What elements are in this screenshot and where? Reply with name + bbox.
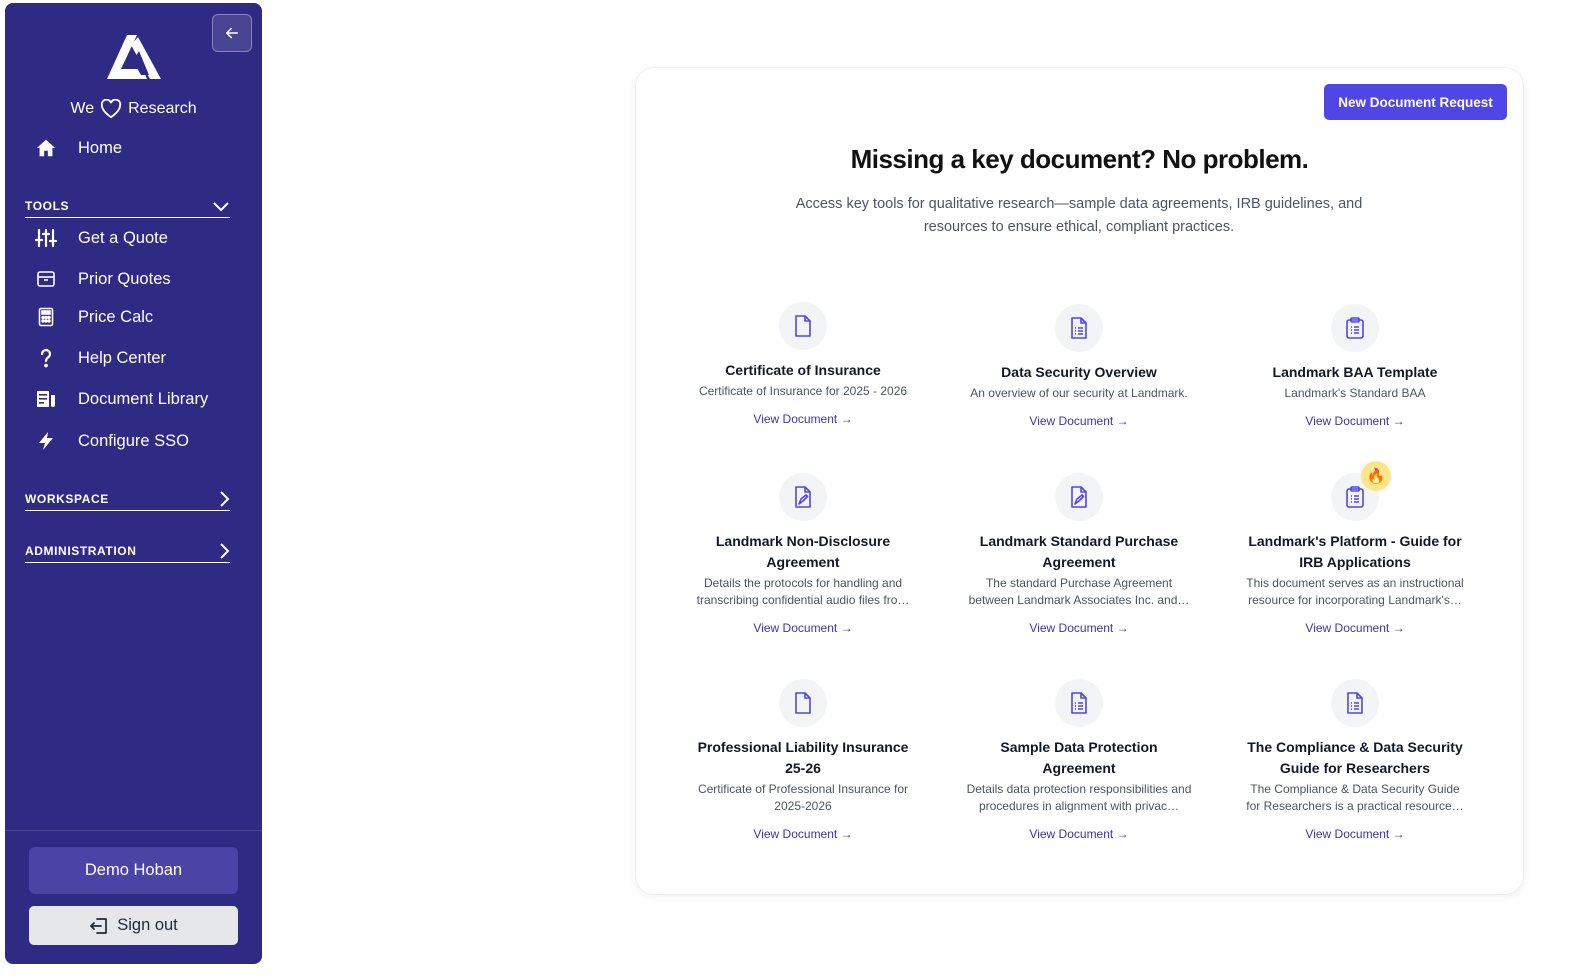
view-document-link[interactable]: View Document →: [753, 412, 852, 426]
document-title: Landmark Non-Disclosure Agreement: [715, 533, 891, 570]
new-document-request-button[interactable]: New Document Request: [1324, 84, 1507, 120]
document-card: Certificate of Insurance Certificate of …: [678, 302, 928, 428]
sidebar: We Research Home TOOLS Get a Quote Prior…: [5, 3, 262, 964]
view-document-link[interactable]: View Document →: [1305, 827, 1404, 841]
landmark-logo-icon: [107, 35, 161, 79]
sign-out-icon: [90, 917, 108, 934]
sidebar-item-label: Configure SSO: [78, 431, 189, 450]
section-title: WORKSPACE: [25, 491, 109, 506]
document-description: Certificate of Professional Insurance fo…: [697, 782, 909, 813]
sidebar-item-price-calc[interactable]: Price Calc: [31, 300, 153, 334]
tagline-left: We: [70, 100, 95, 117]
document-description: Details the protocols for handling and t…: [696, 576, 910, 607]
sliders-icon: [31, 226, 61, 250]
tagline: We Research: [5, 99, 262, 119]
sidebar-item-label: Document Library: [78, 389, 209, 408]
document-description: Landmark's Standard BAA: [1284, 386, 1426, 400]
view-document-link[interactable]: View Document →: [753, 827, 852, 841]
sign-out-label: Sign out: [117, 916, 178, 934]
section-title: TOOLS: [25, 198, 70, 213]
document-list-icon: [1055, 679, 1103, 727]
section-tools-toggle[interactable]: TOOLS: [25, 194, 230, 218]
document-description: This document serves as an instructional…: [1246, 576, 1464, 607]
view-document-link[interactable]: View Document →: [753, 621, 852, 635]
sidebar-item-get-a-quote[interactable]: Get a Quote: [31, 221, 168, 255]
tagline-right: Research: [128, 100, 197, 117]
view-document-link[interactable]: View Document →: [1029, 827, 1128, 841]
collapse-sidebar-button[interactable]: [212, 14, 252, 52]
chevron-down-icon: [213, 201, 229, 211]
section-workspace-toggle[interactable]: WORKSPACE: [25, 487, 230, 511]
document-description: The Compliance & Data Security Guide for…: [1246, 782, 1464, 813]
document-library-card: New Document Request Missing a key docum…: [636, 68, 1523, 894]
sidebar-item-label: Home: [78, 138, 123, 157]
section-administration-toggle[interactable]: ADMINISTRATION: [25, 539, 230, 563]
document-title: Landmark Standard Purchase Agreement: [979, 533, 1179, 570]
document-card: Data Security Overview An overview of ou…: [954, 304, 1204, 430]
document-card: The Compliance & Data Security Guide for…: [1230, 679, 1480, 843]
sidebar-item-label: Help Center: [78, 348, 167, 367]
sidebar-item-label: Price Calc: [78, 307, 154, 326]
calculator-icon: [31, 305, 61, 329]
document-card: Landmark Standard Purchase Agreement The…: [954, 473, 1204, 637]
sidebar-item-prior-quotes[interactable]: Prior Quotes: [31, 262, 171, 296]
document-icon: [779, 302, 827, 350]
clipboard-list-icon: 🔥: [1331, 461, 1391, 521]
document-title: Certificate of Insurance: [725, 362, 881, 378]
clipboard-list-icon: [1331, 304, 1379, 352]
document-list-icon: [1331, 679, 1379, 727]
sidebar-item-label: Get a Quote: [78, 228, 168, 247]
view-document-link[interactable]: View Document →: [1305, 414, 1404, 428]
document-signature-icon: [1055, 473, 1103, 521]
page-subtitle: Access key tools for qualitative researc…: [795, 196, 1363, 235]
view-document-link[interactable]: View Document →: [1305, 621, 1404, 635]
fire-badge-icon: 🔥: [1361, 461, 1391, 491]
bolt-icon: [31, 429, 61, 453]
document-title: Professional Liability Insurance 25-26: [697, 739, 909, 776]
sidebar-item-configure-sso[interactable]: Configure SSO: [31, 424, 189, 458]
section-title: ADMINISTRATION: [25, 543, 137, 558]
document-card: Landmark BAA Template Landmark's Standar…: [1230, 304, 1480, 430]
document-title: Landmark BAA Template: [1272, 364, 1438, 380]
document-card: Professional Liability Insurance 25-26 C…: [678, 679, 928, 843]
home-icon: [31, 136, 61, 160]
chevron-right-icon: [220, 542, 230, 559]
question-icon: [31, 346, 61, 370]
page-title: Missing a key document? No problem.: [850, 144, 1309, 174]
chevron-right-icon: [220, 490, 230, 507]
inbox-icon: [31, 267, 61, 291]
heart-icon: [100, 99, 122, 119]
document-signature-icon: [779, 473, 827, 521]
document-description: Certificate of Insurance for 2025 - 2026: [698, 384, 908, 398]
arrow-left-icon: [226, 27, 238, 39]
document-description: The standard Purchase Agreement between …: [968, 576, 1190, 607]
document-title: Data Security Overview: [1001, 364, 1157, 380]
document-title: Sample Data Protection Agreement: [1000, 739, 1158, 776]
view-document-link[interactable]: View Document →: [1029, 621, 1128, 635]
document-title: The Compliance & Data Security Guide for…: [1247, 739, 1463, 776]
document-list-icon: [1055, 304, 1103, 352]
document-description: An overview of our security at Landmark.: [970, 386, 1188, 400]
document-card: Sample Data Protection Agreement Details…: [954, 679, 1204, 843]
document-title: Landmark's Platform - Guide for IRB Appl…: [1248, 533, 1462, 570]
sidebar-item-home[interactable]: Home: [31, 131, 122, 165]
sign-out-button[interactable]: Sign out: [29, 906, 238, 945]
user-account-button[interactable]: Demo Hoban: [29, 847, 238, 894]
document-icon: [779, 679, 827, 727]
document-card: 🔥 Landmark's Platform - Guide for IRB Ap…: [1230, 461, 1480, 637]
sidebar-divider: [5, 830, 262, 831]
document-card: Landmark Non-Disclosure Agreement Detail…: [678, 473, 928, 637]
sidebar-item-label: Prior Quotes: [78, 269, 171, 288]
view-document-link[interactable]: View Document →: [1029, 414, 1128, 428]
sidebar-item-document-library[interactable]: Document Library: [31, 382, 208, 416]
document-library-icon: [31, 387, 61, 411]
document-description: Details data protection responsibilities…: [966, 782, 1192, 813]
sidebar-item-help-center[interactable]: Help Center: [31, 341, 166, 375]
